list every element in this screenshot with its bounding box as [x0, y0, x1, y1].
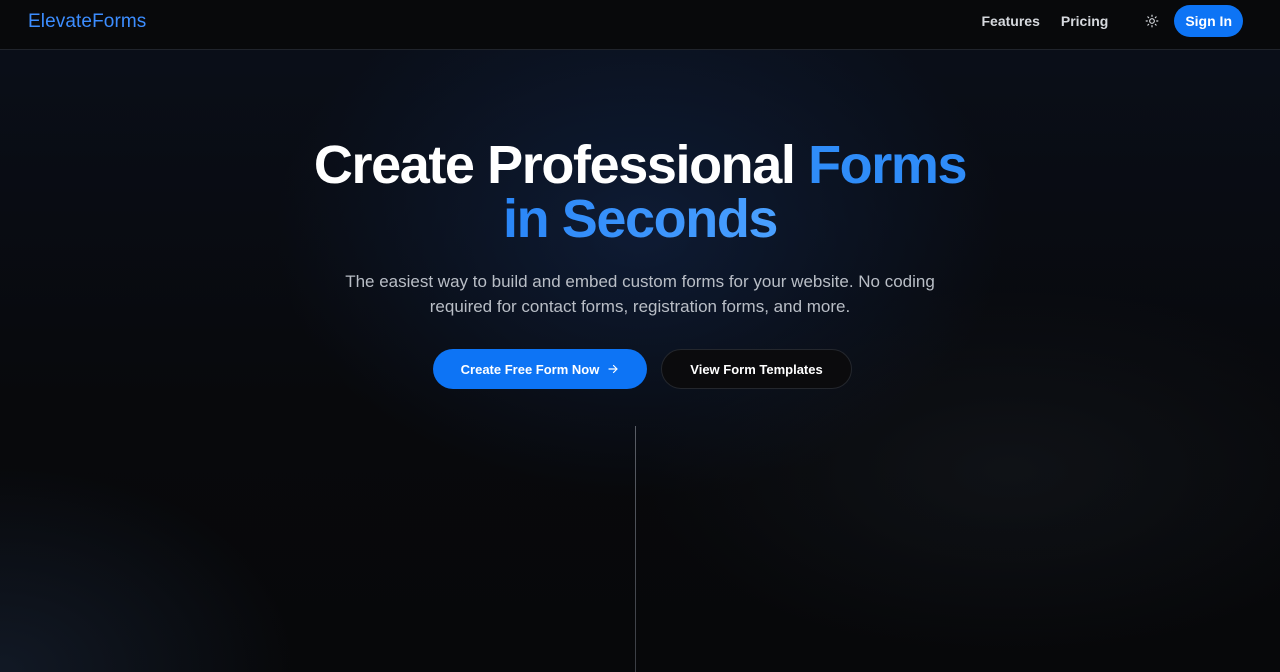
hero-title: Create Professional Forms in Seconds	[0, 138, 1280, 246]
sign-in-button[interactable]: Sign In	[1174, 5, 1243, 37]
hero-subtitle: The easiest way to build and embed custo…	[0, 269, 1280, 319]
nav-link-pricing[interactable]: Pricing	[1061, 13, 1108, 29]
top-navigation-bar: ElevateForms Features Pricing Sign In	[0, 0, 1280, 50]
sun-icon	[1145, 14, 1159, 28]
hero-cta-group: Create Free Form Now View Form Templates	[0, 349, 1280, 389]
landing-page: ElevateForms Features Pricing Sign In Cr…	[0, 0, 1280, 672]
create-free-form-label: Create Free Form Now	[460, 361, 600, 377]
hero-title-part1: Create Professional	[313, 135, 809, 195]
hero-title-line2: in Seconds	[502, 189, 778, 249]
brand-logo[interactable]: ElevateForms	[28, 11, 146, 33]
view-form-templates-button[interactable]: View Form Templates	[661, 349, 852, 389]
hero-title-part2: Forms	[808, 135, 967, 195]
vertical-divider-line	[635, 426, 636, 672]
hero-section: Create Professional Forms in Seconds	[0, 138, 1280, 246]
main-nav: Features Pricing Sign In	[982, 5, 1243, 37]
hero-subtitle-line1: The easiest way to build and embed custo…	[345, 272, 935, 291]
arrow-right-icon	[608, 364, 618, 374]
hero-subtitle-line2: required for contact forms, registration…	[429, 297, 851, 316]
nav-link-features[interactable]: Features	[982, 13, 1040, 29]
create-free-form-button[interactable]: Create Free Form Now	[433, 349, 647, 389]
theme-toggle-button[interactable]	[1144, 13, 1160, 29]
